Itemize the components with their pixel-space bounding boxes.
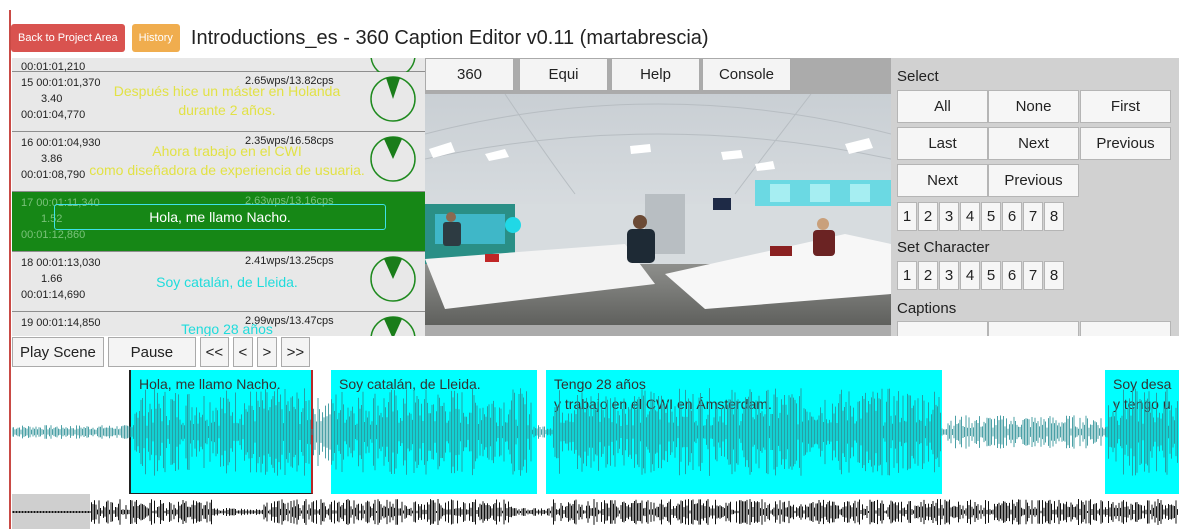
caption-text[interactable]: Ahora trabajo en el CWI como diseñadora … bbox=[82, 142, 372, 180]
select-number-3[interactable]: 3 bbox=[939, 202, 959, 231]
select-number-4[interactable]: 4 bbox=[960, 202, 980, 231]
tab-equi[interactable]: Equi bbox=[519, 58, 608, 91]
select-none-button[interactable]: None bbox=[988, 90, 1079, 123]
play-scene-button[interactable]: Play Scene bbox=[12, 337, 104, 367]
waveform-timeline[interactable]: Hola, me llamo Nacho. Soy catalán, de Ll… bbox=[12, 370, 1179, 494]
caption-row-partial[interactable]: 00:01:01,210 bbox=[12, 58, 425, 78]
video-footer-bar bbox=[425, 325, 891, 336]
waveform-overview[interactable] bbox=[12, 494, 1179, 529]
caption-text[interactable]: Tengo 28 años bbox=[82, 320, 372, 336]
captions-heading: Captions bbox=[897, 300, 957, 317]
caption-line: como diseñadora de experiencia de usuari… bbox=[89, 162, 365, 178]
caption-row[interactable]: 19 00:01:14,850 2.99wps/13.47cps Tengo 2… bbox=[12, 312, 425, 336]
header: Back to Project Area History Introductio… bbox=[11, 22, 709, 54]
caption-line: Después hice un máster en Holanda bbox=[113, 83, 341, 99]
select-all-button[interactable]: All bbox=[897, 90, 988, 123]
page-title: Introductions_es - 360 Caption Editor v0… bbox=[190, 26, 709, 49]
caption-line: Ahora trabajo en el CWI bbox=[152, 143, 302, 159]
caption-index-start: 18 00:01:13,030 bbox=[21, 257, 101, 269]
caption-speed-gauge bbox=[370, 136, 416, 182]
audio-waveform bbox=[12, 388, 1178, 476]
captions-button-partial[interactable] bbox=[988, 321, 1079, 336]
select-heading: Select bbox=[897, 68, 939, 85]
tab-help[interactable]: Help bbox=[611, 58, 700, 91]
select-first-button[interactable]: First bbox=[1080, 90, 1171, 123]
select-number-5[interactable]: 5 bbox=[981, 202, 1001, 231]
set-character-8[interactable]: 8 bbox=[1044, 261, 1064, 290]
video-toolbar: 360 Equi Help Console bbox=[425, 58, 891, 94]
back-to-project-button[interactable]: Back to Project Area bbox=[11, 24, 125, 52]
forward-fast-button[interactable]: >> bbox=[280, 337, 310, 367]
select-number-8[interactable]: 8 bbox=[1044, 202, 1064, 231]
rewind-button[interactable]: < bbox=[232, 337, 253, 367]
pause-button[interactable]: Pause bbox=[107, 337, 196, 367]
caption-speed-gauge bbox=[370, 316, 416, 336]
caption-text[interactable]: Soy catalán, de Lleida. bbox=[82, 273, 372, 292]
caption-row[interactable]: 18 00:01:13,030 1.66 00:01:14,690 2.41wp… bbox=[12, 252, 425, 312]
caption-line: Soy catalán, de Lleida. bbox=[156, 274, 298, 290]
overview-waveform bbox=[12, 499, 1178, 525]
forward-button[interactable]: > bbox=[256, 337, 277, 367]
caption-row-selected[interactable]: 17 00:01:11,340 1.52 00:01:12,860 2.63wp… bbox=[12, 192, 425, 252]
caption-line: Hola, me llamo Nacho. bbox=[149, 208, 291, 225]
set-character-heading: Set Character bbox=[897, 239, 990, 256]
rewind-fast-button[interactable]: << bbox=[199, 337, 229, 367]
caption-edit-box[interactable]: Hola, me llamo Nacho. bbox=[54, 204, 386, 230]
caption-speed-gauge bbox=[370, 256, 416, 302]
select-next-button[interactable]: Next bbox=[988, 127, 1079, 160]
history-button[interactable]: History bbox=[131, 24, 180, 52]
set-character-4[interactable]: 4 bbox=[960, 261, 980, 290]
caption-row[interactable]: 16 00:01:04,930 3.86 00:01:08,790 2.35wp… bbox=[12, 132, 425, 192]
tab-console[interactable]: Console bbox=[702, 58, 791, 91]
caption-line: Tengo 28 años bbox=[181, 321, 273, 336]
select-number-7[interactable]: 7 bbox=[1023, 202, 1043, 231]
set-character-6[interactable]: 6 bbox=[1002, 261, 1022, 290]
set-character-3[interactable]: 3 bbox=[939, 261, 959, 290]
tab-360[interactable]: 360 bbox=[425, 58, 514, 91]
select-number-6[interactable]: 6 bbox=[1002, 202, 1022, 231]
next-button[interactable]: Next bbox=[897, 164, 988, 197]
captions-button-partial[interactable] bbox=[897, 321, 988, 336]
video-360-view[interactable] bbox=[425, 94, 891, 325]
caption-rate: 2.41wps/13.25cps bbox=[245, 255, 334, 267]
caption-list[interactable]: 00:01:01,210 15 00:01:01,370 3.40 00:01:… bbox=[12, 58, 425, 336]
select-last-button[interactable]: Last bbox=[897, 127, 988, 160]
previous-button[interactable]: Previous bbox=[988, 164, 1079, 197]
select-previous-button[interactable]: Previous bbox=[1080, 127, 1171, 160]
set-character-5[interactable]: 5 bbox=[981, 261, 1001, 290]
select-number-1[interactable]: 1 bbox=[897, 202, 917, 231]
caption-row[interactable]: 15 00:01:01,370 3.40 00:01:04,770 2.65wp… bbox=[12, 72, 425, 132]
set-character-2[interactable]: 2 bbox=[918, 261, 938, 290]
caption-line: durante 2 años. bbox=[178, 102, 276, 118]
set-character-1[interactable]: 1 bbox=[897, 261, 917, 290]
left-edge-rule bbox=[9, 10, 11, 529]
select-number-2[interactable]: 2 bbox=[918, 202, 938, 231]
set-character-7[interactable]: 7 bbox=[1023, 261, 1043, 290]
caption-text[interactable]: Después hice un máster en Holanda durant… bbox=[82, 82, 372, 120]
playback-controls: Play Scene Pause << < > >> bbox=[12, 336, 310, 368]
control-panel: Select All None First Last Next Previous… bbox=[891, 58, 1179, 336]
caption-speed-gauge bbox=[370, 76, 416, 122]
video-frame-image bbox=[425, 94, 891, 325]
captions-button-partial[interactable] bbox=[1080, 321, 1171, 336]
